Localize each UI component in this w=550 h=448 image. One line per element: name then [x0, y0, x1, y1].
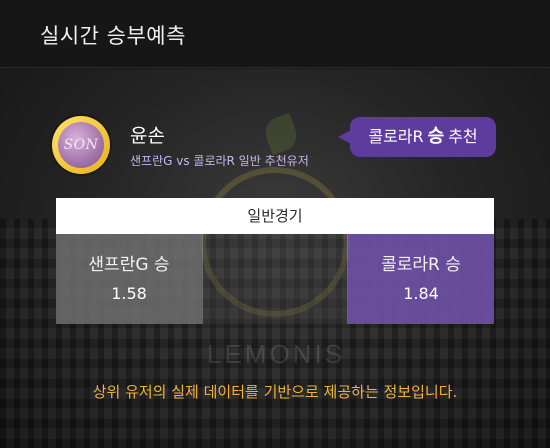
- odds-right-value: 1.84: [403, 284, 439, 303]
- game-type-title: 일반경기: [56, 198, 494, 234]
- prediction-panel: LEMONIS SON 윤손 샌프란G vs 콜로라R 일반 추천유저 콜로라R…: [0, 69, 550, 448]
- header-bar: 실시간 승부예측: [0, 0, 550, 68]
- recommendation-badge: 콜로라R 승 추천: [338, 117, 496, 157]
- odds-option-left[interactable]: 샌프란G 승 1.58: [56, 234, 202, 324]
- odds-left-label: 샌프란G 승: [88, 255, 170, 275]
- odds-left-value: 1.58: [111, 284, 147, 303]
- footer-note: 상위 유저의 실제 데이터를 기반으로 제공하는 정보입니다.: [92, 383, 458, 401]
- recommendation-result: 승: [427, 126, 445, 147]
- odds-right-label: 콜로라R 승: [381, 255, 461, 275]
- avatar-badge: SON: [58, 122, 104, 168]
- user-name[interactable]: 윤손: [130, 121, 165, 148]
- page-title: 실시간 승부예측: [40, 24, 186, 48]
- lemon-leaf-icon: [261, 112, 301, 156]
- watermark-logo: LEMONIS: [206, 339, 346, 369]
- recommendation-team: 콜로라R: [368, 127, 424, 146]
- odds-option-right[interactable]: 콜로라R 승 1.84: [348, 234, 494, 324]
- recommendation-suffix: 추천: [448, 127, 478, 146]
- avatar[interactable]: SON: [52, 116, 110, 174]
- game-odds-table: 일반경기 샌프란G 승 1.58 콜로라R 승 1.84: [56, 198, 494, 324]
- odds-option-draw: [202, 234, 348, 324]
- user-subtitle: 샌프란G vs 콜로라R 일반 추천유저: [130, 154, 309, 168]
